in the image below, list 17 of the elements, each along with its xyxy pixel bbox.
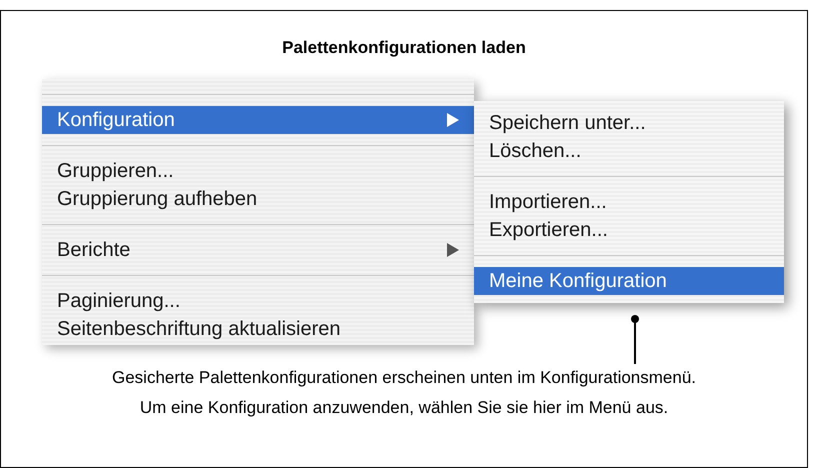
menu-item[interactable]: Speichern unter...	[474, 108, 784, 136]
menu-item[interactable]: Meine Konfiguration	[474, 266, 784, 294]
figure-title: Palettenkonfigurationen laden	[282, 37, 526, 59]
menu-item[interactable]: Berichte	[42, 236, 474, 264]
menu-item[interactable]: Gruppieren...	[42, 156, 474, 184]
menu-item[interactable]: Konfiguration	[42, 106, 474, 134]
menu-item[interactable]: Paginierung...	[42, 286, 474, 314]
menu-item[interactable]: Exportieren...	[474, 216, 784, 244]
menu-item[interactable]: Importieren...	[474, 188, 784, 216]
menu-item[interactable]: Seitenbeschriftung aktualisieren	[42, 314, 474, 342]
submenu-arrow-icon	[447, 242, 459, 256]
caption-text: Um eine Konfiguration anzuwenden, wählen Sie sie hier im Menü aus.	[140, 396, 668, 418]
leader-line	[630, 314, 640, 364]
menu-item[interactable]: Gruppierung aufheben	[42, 184, 474, 212]
menu-item[interactable]: Löschen...	[474, 136, 784, 164]
caption-text: Gesicherte Palettenkonfigurationen erscheinen unten im Konfigurationsmenü.	[112, 366, 696, 388]
submenu-arrow-icon	[447, 112, 459, 126]
